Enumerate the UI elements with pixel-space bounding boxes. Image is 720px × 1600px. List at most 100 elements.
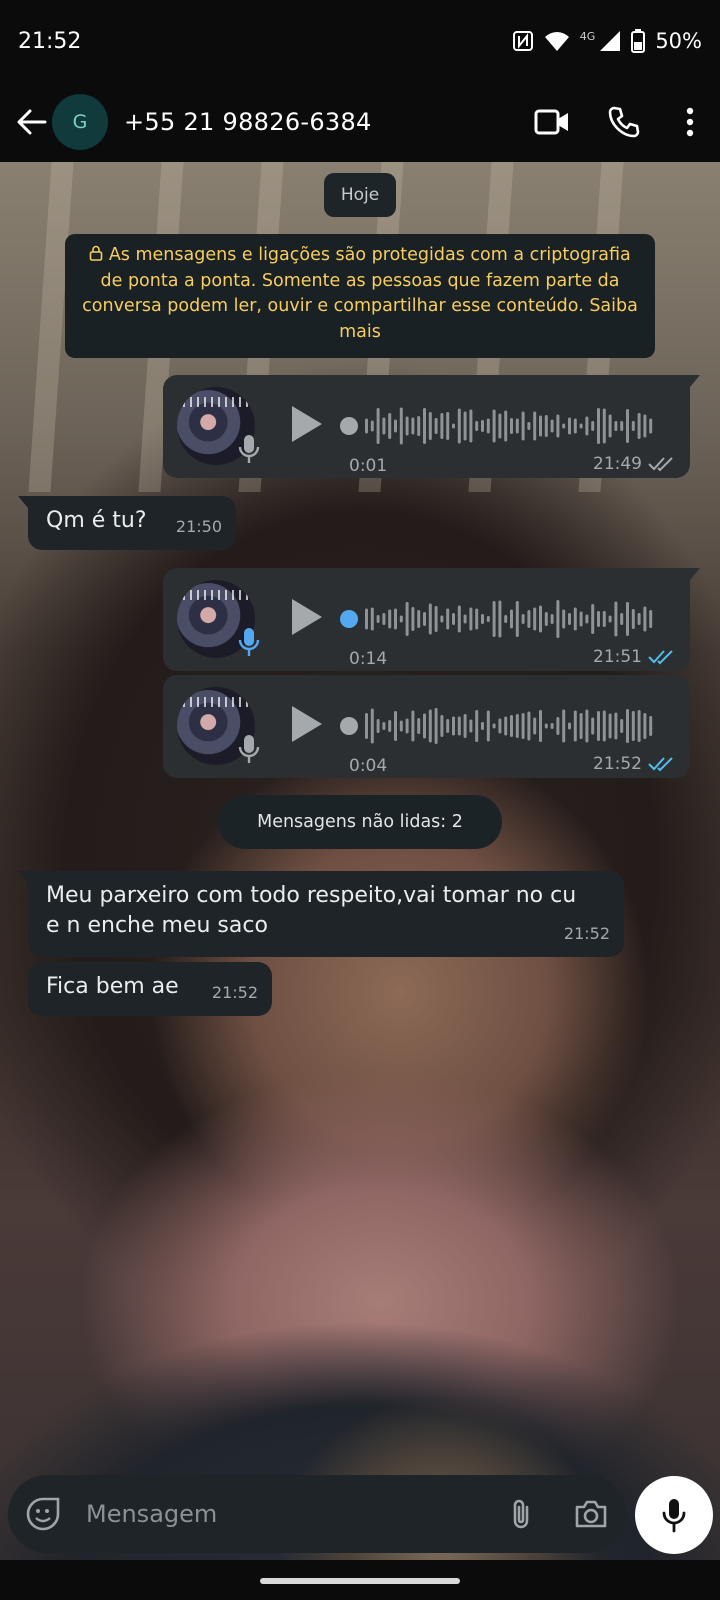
date-label: Hoje	[340, 185, 380, 205]
waveform-bar	[376, 408, 380, 444]
waveform-bar	[469, 607, 473, 631]
waveform-bar	[515, 714, 519, 738]
avatar[interactable]: G	[52, 94, 108, 150]
waveform-bar	[620, 719, 624, 733]
waveform-bar	[521, 713, 525, 739]
camera-button[interactable]	[556, 1479, 626, 1549]
waveform-bar	[394, 711, 397, 741]
play-icon[interactable]	[289, 403, 325, 445]
waveform-bar	[643, 414, 647, 438]
waveform-bar	[481, 614, 484, 624]
waveform-bar	[388, 609, 392, 629]
playback-position-dot	[340, 610, 358, 628]
incoming-message[interactable]: Qm é tu? 21:50	[18, 496, 236, 550]
play-icon[interactable]	[289, 596, 325, 638]
waveform-bar	[423, 408, 426, 444]
voice-message[interactable]: 0:01 21:49	[163, 375, 700, 478]
waveform[interactable]	[339, 596, 659, 642]
message-composer	[8, 1475, 626, 1553]
waveform-bar	[544, 415, 548, 437]
waveform-bar	[544, 723, 548, 729]
voice-duration: 0:14	[349, 649, 388, 669]
waveform-bar	[382, 613, 386, 625]
waveform-bar	[643, 606, 647, 632]
waveform-bar	[405, 602, 409, 636]
waveform-bar	[533, 607, 537, 631]
waveform-bar	[486, 710, 490, 742]
unread-label: Mensagens não lidas: 2	[257, 812, 463, 832]
incoming-message[interactable]: Fica bem ae 21:52	[28, 962, 272, 1016]
waveform-bar	[579, 423, 583, 429]
waveform-bar	[434, 606, 438, 632]
waveform[interactable]	[339, 403, 659, 449]
waveform-bar	[388, 413, 392, 439]
waveform-bar	[614, 712, 618, 740]
waveform-bar	[417, 610, 421, 628]
waveform-bar	[428, 603, 432, 635]
waveform-bar	[446, 412, 450, 440]
waveform-bar	[539, 710, 542, 742]
waveform-bar	[440, 715, 444, 737]
waveform-bar	[463, 614, 467, 624]
waveform-bar	[585, 416, 589, 436]
waveform-bar	[602, 710, 606, 742]
waveform-bar	[608, 414, 612, 438]
back-arrow-icon[interactable]	[6, 96, 58, 148]
voice-call-button[interactable]	[588, 92, 660, 152]
mic-icon	[238, 435, 260, 463]
message-input[interactable]	[86, 1500, 486, 1528]
status-time: 21:52	[18, 28, 82, 54]
waveform-bar	[394, 608, 397, 630]
waveform-bar	[556, 600, 560, 638]
double-check-icon	[648, 650, 673, 665]
message-time: 21:51	[593, 642, 674, 672]
waveform-bar	[521, 614, 525, 624]
attach-button[interactable]	[486, 1479, 556, 1549]
encryption-notice[interactable]: As mensagens e ligações são protegidas c…	[65, 234, 655, 358]
waveform-bar	[492, 723, 496, 729]
message-time-text: 21:52	[593, 754, 642, 774]
voice-message[interactable]: 0:04 21:52	[163, 675, 690, 778]
wifi-icon	[544, 32, 569, 51]
waveform[interactable]	[339, 703, 659, 749]
video-call-button[interactable]	[516, 92, 588, 152]
contact-name[interactable]: +55 21 98826-6384	[124, 108, 372, 136]
voice-message[interactable]: 0:14 21:51	[163, 568, 700, 672]
record-voice-button[interactable]	[635, 1476, 713, 1554]
waveform-bar	[626, 409, 629, 443]
mic-icon	[238, 628, 260, 656]
waveform-bar	[504, 615, 508, 623]
waveform-bar	[643, 713, 647, 739]
system-nav-bar	[0, 1560, 720, 1600]
waveform-bar	[504, 410, 508, 442]
waveform-bar	[637, 413, 641, 439]
waveform-bar	[510, 715, 513, 737]
play-icon[interactable]	[289, 703, 325, 745]
waveform-bar	[579, 611, 583, 627]
waveform-bar	[417, 416, 421, 436]
waveform-bar	[486, 616, 490, 622]
network-type: 4G	[579, 29, 596, 43]
waveform-bar	[446, 608, 450, 630]
emoji-sticker-button[interactable]	[8, 1479, 78, 1549]
waveform-bar	[457, 408, 461, 444]
encryption-notice-text: As mensagens e ligações são protegidas c…	[82, 245, 638, 342]
status-bar: 21:52 4G 50%	[0, 0, 720, 82]
message-time: 21:52	[563, 924, 610, 943]
waveform-bar	[637, 613, 641, 625]
waveform-bar	[440, 413, 444, 439]
lock-icon	[89, 245, 103, 261]
waveform-bar	[510, 418, 513, 434]
waveform-bar	[411, 710, 415, 742]
message-text: Meu parxeiro com todo respeito,vai tomar…	[46, 883, 577, 938]
home-gesture-handle[interactable]	[260, 1578, 460, 1584]
more-options-button[interactable]	[660, 92, 720, 152]
incoming-message[interactable]: Meu parxeiro com todo respeito,vai tomar…	[18, 871, 624, 957]
waveform-bar	[527, 711, 531, 741]
waveform-bar	[492, 601, 496, 637]
waveform-bar	[498, 718, 502, 734]
waveform-bar	[620, 421, 624, 431]
waveform-bar	[649, 610, 653, 628]
message-time-text: 21:51	[593, 647, 642, 667]
playback-position-dot	[340, 417, 358, 435]
